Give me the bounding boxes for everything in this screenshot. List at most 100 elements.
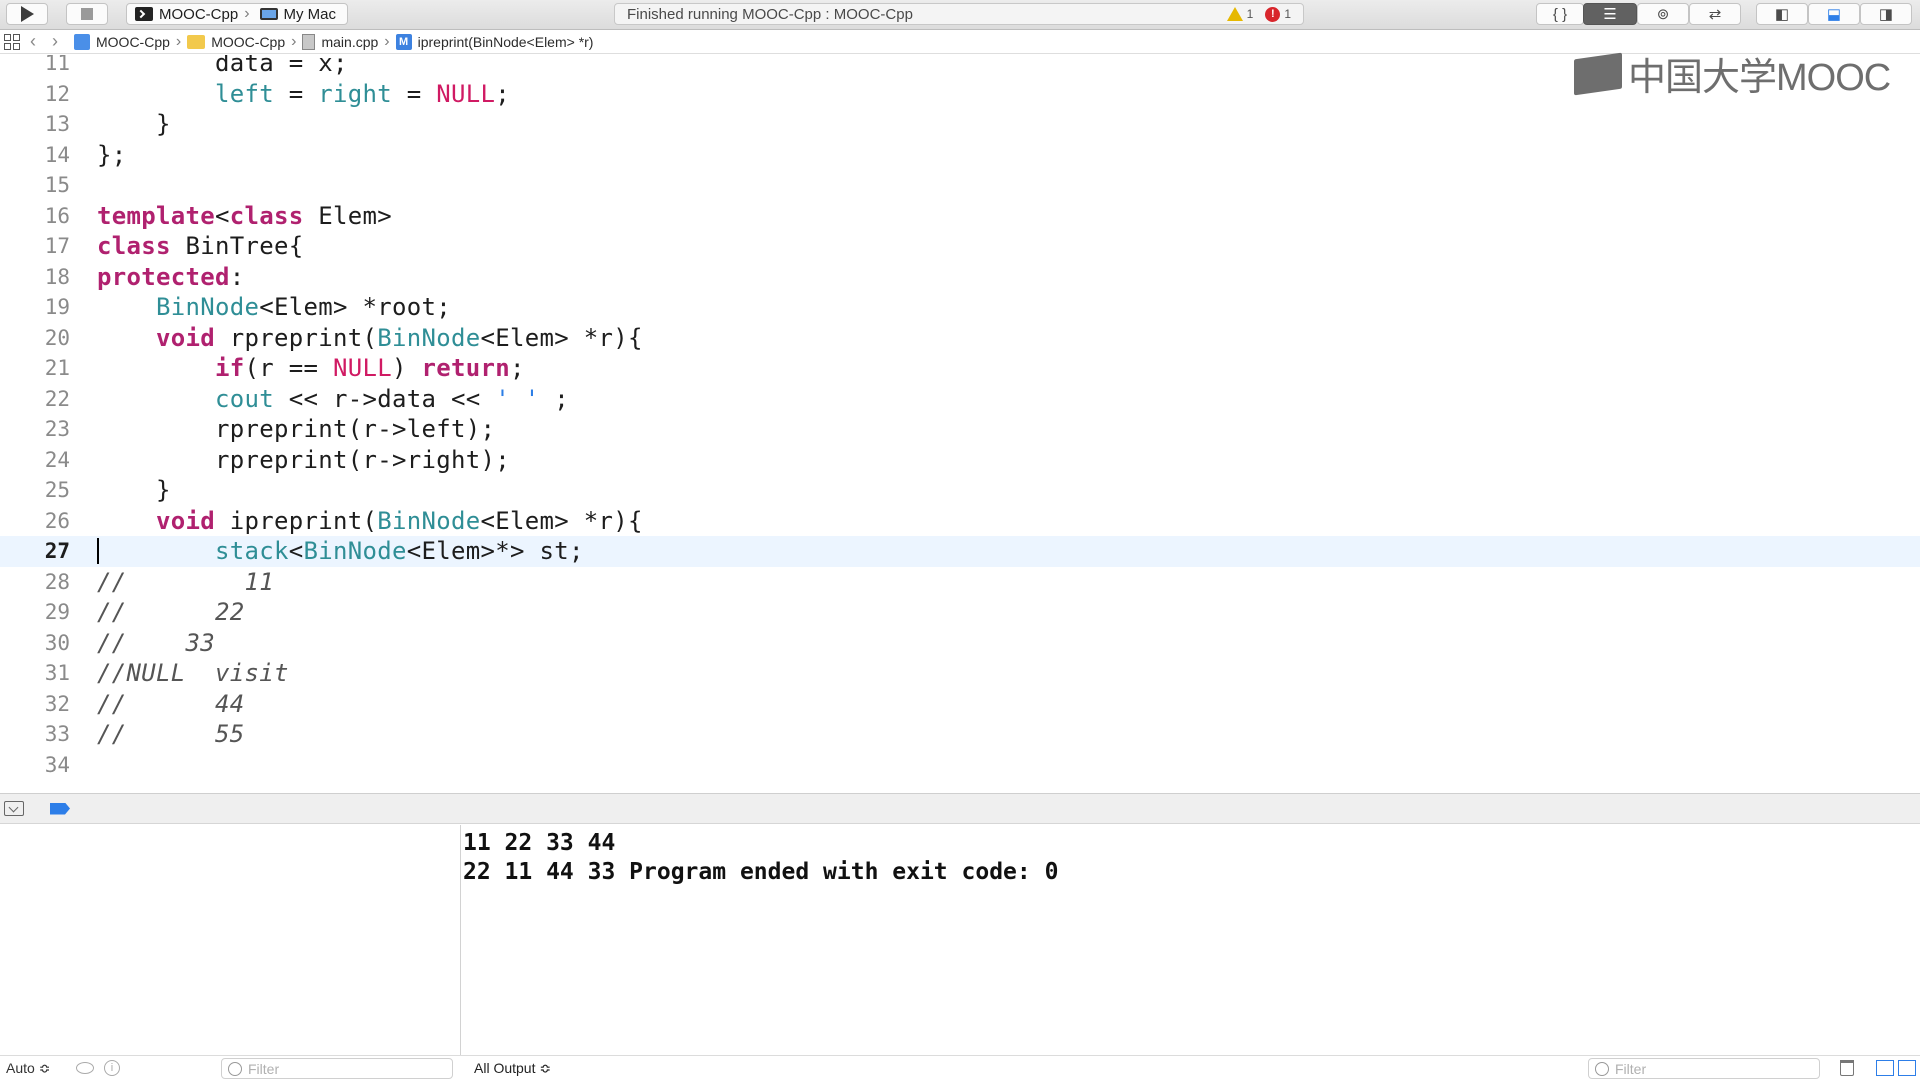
- code-line[interactable]: 16 template<class Elem>: [0, 201, 1920, 232]
- code-line[interactable]: 33 // 55: [0, 719, 1920, 750]
- line-number[interactable]: 29: [0, 600, 70, 624]
- hide-debug-area-icon[interactable]: [4, 801, 24, 816]
- code-token: rpreprint(r->left);: [97, 415, 496, 444]
- error-icon[interactable]: !: [1265, 6, 1281, 22]
- code-line[interactable]: 28 // 11: [0, 567, 1920, 598]
- code-line[interactable]: 23 rpreprint(r->left);: [0, 414, 1920, 445]
- scheme-selector[interactable]: MOOC-Cpp › My Mac: [126, 3, 348, 25]
- code-line[interactable]: 32 // 44: [0, 689, 1920, 720]
- code-line[interactable]: 18 protected:: [0, 262, 1920, 293]
- line-number[interactable]: 18: [0, 265, 70, 289]
- line-number[interactable]: 27: [0, 539, 70, 563]
- line-number[interactable]: 11: [0, 55, 70, 75]
- line-number[interactable]: 23: [0, 417, 70, 441]
- console-output[interactable]: 11 22 33 44 22 11 44 33 Program ended wi…: [462, 825, 1920, 1055]
- line-number[interactable]: 28: [0, 570, 70, 594]
- line-number[interactable]: 17: [0, 234, 70, 258]
- show-console-icon[interactable]: [1898, 1060, 1916, 1076]
- line-number[interactable]: 22: [0, 387, 70, 411]
- line-number[interactable]: 26: [0, 509, 70, 533]
- show-variables-icon[interactable]: [1876, 1060, 1894, 1076]
- filter-icon: [1595, 1061, 1609, 1076]
- breadcrumb-file[interactable]: main.cpp: [302, 33, 378, 50]
- back-arrow-icon[interactable]: ‹: [30, 31, 36, 52]
- line-number[interactable]: 31: [0, 661, 70, 685]
- standard-editor-button[interactable]: ☰: [1583, 3, 1637, 25]
- code-token: =: [392, 79, 437, 108]
- line-number[interactable]: 25: [0, 478, 70, 502]
- warning-icon[interactable]: [1226, 7, 1243, 21]
- code-token: void: [156, 506, 215, 535]
- code-line[interactable]: 22 cout << r->data << ' ' ;: [0, 384, 1920, 415]
- code-token: };: [97, 140, 127, 169]
- code-token: protected: [97, 262, 230, 291]
- code-line[interactable]: 31 //NULL visit: [0, 658, 1920, 689]
- code-line[interactable]: 25 }: [0, 475, 1920, 506]
- line-number[interactable]: 16: [0, 204, 70, 228]
- code-line[interactable]: 17 class BinTree{: [0, 231, 1920, 262]
- code-line[interactable]: 24 rpreprint(r->right);: [0, 445, 1920, 476]
- version-editor-button[interactable]: ⇄: [1689, 3, 1741, 25]
- eye-icon[interactable]: [76, 1062, 94, 1074]
- related-items-icon[interactable]: [4, 33, 20, 50]
- breadcrumb-project[interactable]: MOOC-Cpp: [74, 33, 170, 50]
- code-text: // 55: [97, 720, 245, 748]
- variables-filter-field[interactable]: Filter: [221, 1058, 453, 1079]
- line-number[interactable]: 15: [0, 173, 70, 197]
- toggle-utilities-button[interactable]: ◨: [1860, 3, 1912, 25]
- code-line[interactable]: 29 // 22: [0, 597, 1920, 628]
- mac-icon: [259, 8, 278, 20]
- code-line[interactable]: 19 BinNode<Elem> *root;: [0, 292, 1920, 323]
- code-line[interactable]: 34: [0, 750, 1920, 781]
- line-number[interactable]: 24: [0, 448, 70, 472]
- code-token: return: [421, 354, 510, 383]
- code-line[interactable]: 20 void rpreprint(BinNode<Elem> *r){: [0, 323, 1920, 354]
- toggle-navigator-button[interactable]: ◧: [1756, 3, 1808, 25]
- code-snippet-button[interactable]: { }: [1536, 3, 1584, 25]
- stop-button[interactable]: [66, 3, 108, 25]
- line-number[interactable]: 32: [0, 692, 70, 716]
- info-icon[interactable]: i: [104, 1060, 120, 1076]
- variables-scope-select[interactable]: Auto ≎: [6, 1060, 50, 1077]
- console-line: 22 11 44 33 Program ended with exit code…: [463, 859, 1059, 885]
- run-button[interactable]: [6, 3, 48, 25]
- line-number[interactable]: 12: [0, 82, 70, 106]
- watermark: 中国大学MOOC: [1574, 46, 1891, 101]
- code-token: }: [97, 476, 171, 505]
- breadcrumb-folder[interactable]: MOOC-Cpp: [187, 34, 285, 50]
- line-number[interactable]: 33: [0, 722, 70, 746]
- line-number[interactable]: 13: [0, 112, 70, 136]
- code-line[interactable]: 13 }: [0, 109, 1920, 140]
- code-text: void ipreprint(BinNode<Elem> *r){: [97, 507, 643, 535]
- window-toolbar: MOOC-Cpp › My Mac Finished running MOOC-…: [0, 0, 1920, 30]
- toggle-debug-area-button[interactable]: ⬓: [1808, 3, 1860, 25]
- assistant-editor-button[interactable]: ⊚: [1637, 3, 1689, 25]
- breakpoints-toggle-icon[interactable]: [50, 802, 70, 815]
- forward-arrow-icon[interactable]: ›: [52, 31, 58, 52]
- console-filter-field[interactable]: Filter: [1588, 1058, 1820, 1079]
- line-number[interactable]: 20: [0, 326, 70, 350]
- trash-icon[interactable]: [1840, 1060, 1854, 1076]
- scheme-target: MOOC-Cpp: [159, 5, 239, 23]
- code-token: // 22: [97, 598, 245, 627]
- code-line[interactable]: 26 void ipreprint(BinNode<Elem> *r){: [0, 506, 1920, 537]
- code-line[interactable]: 27 stack<BinNode<Elem>*> st;: [0, 536, 1920, 567]
- line-number[interactable]: 19: [0, 295, 70, 319]
- chevron-right-icon: ›: [244, 5, 250, 22]
- code-text: }: [97, 110, 171, 138]
- code-line[interactable]: 30 // 33: [0, 628, 1920, 659]
- line-number[interactable]: 21: [0, 356, 70, 380]
- code-line[interactable]: 14};: [0, 140, 1920, 171]
- code-line[interactable]: 15: [0, 170, 1920, 201]
- code-token: class: [97, 232, 171, 261]
- breadcrumb-method[interactable]: M ipreprint(BinNode<Elem> *r): [395, 33, 593, 50]
- line-number[interactable]: 14: [0, 143, 70, 167]
- line-number[interactable]: 30: [0, 631, 70, 655]
- code-line[interactable]: 21 if(r == NULL) return;: [0, 353, 1920, 384]
- code-text: if(r == NULL) return;: [97, 354, 525, 382]
- line-number[interactable]: 34: [0, 753, 70, 777]
- output-select[interactable]: All Output ≎: [474, 1060, 551, 1077]
- source-editor[interactable]: 11 data = x; 12 left = right = NULL; 13 } 1…: [0, 55, 1920, 793]
